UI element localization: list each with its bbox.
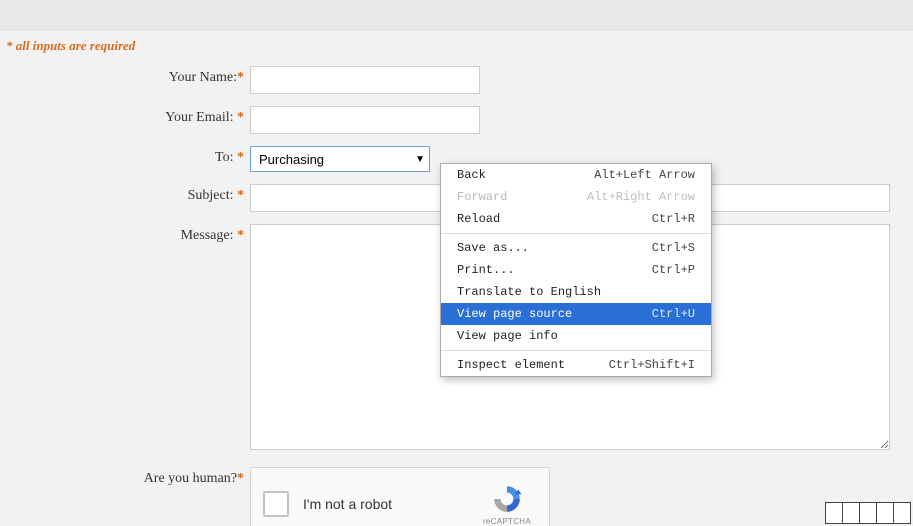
row-name: Your Name:* [0, 66, 913, 94]
context-menu-item-label: Inspect element [457, 358, 565, 372]
context-menu-item[interactable]: Print... Ctrl+P [441, 259, 711, 281]
asterisk-name: * [237, 70, 244, 85]
context-menu-item-accel: Ctrl+S [652, 241, 695, 255]
label-email-text: Your Email: [165, 110, 237, 125]
context-menu-item[interactable]: Translate to English [441, 281, 711, 303]
page-box[interactable] [842, 502, 860, 524]
context-menu-separator [441, 350, 711, 351]
context-menu-item-label: Save as... [457, 241, 529, 255]
context-menu-item[interactable]: Save as... Ctrl+S [441, 237, 711, 259]
top-bar [0, 0, 913, 30]
context-menu-item-label: View page source [457, 307, 572, 321]
context-menu-item: Forward Alt+Right Arrow [441, 186, 711, 208]
label-name: Your Name:* [0, 66, 250, 86]
asterisk-subject: * [237, 188, 244, 203]
context-menu-item-label: Forward [457, 190, 507, 204]
recaptcha-brand-text: reCAPTCHA [477, 517, 537, 526]
context-menu-item-label: View page info [457, 329, 558, 343]
context-menu-item-label: Translate to English [457, 285, 601, 299]
label-subject-text: Subject: [188, 188, 237, 203]
asterisk-message: * [237, 228, 244, 243]
label-email: Your Email: * [0, 106, 250, 126]
asterisk-email: * [237, 110, 244, 125]
context-menu-item[interactable]: Inspect element Ctrl+Shift+I [441, 354, 711, 376]
context-menu-item-accel: Alt+Right Arrow [587, 190, 695, 204]
context-menu-item-label: Print... [457, 263, 515, 277]
context-menu: Back Alt+Left Arrow Forward Alt+Right Arrow… [440, 163, 712, 377]
context-menu-item[interactable]: Reload Ctrl+R [441, 208, 711, 230]
context-menu-item-label: Back [457, 168, 486, 182]
label-message: Message: * [0, 224, 250, 244]
context-menu-item-accel: Ctrl+Shift+I [609, 358, 695, 372]
recaptcha-branding: reCAPTCHA [477, 483, 537, 526]
context-menu-item-accel: Ctrl+R [652, 212, 695, 226]
context-menu-item[interactable]: View page source Ctrl+U [441, 303, 711, 325]
email-input[interactable] [250, 106, 480, 134]
context-menu-item-accel: Ctrl+P [652, 263, 695, 277]
required-note: * all inputs are required [0, 30, 913, 66]
label-to-text: To: [215, 150, 237, 165]
asterisk-human: * [237, 471, 244, 486]
label-human-text: Are you human? [144, 471, 237, 486]
context-menu-item-label: Reload [457, 212, 500, 226]
label-message-text: Message: [181, 228, 237, 243]
row-email: Your Email: * [0, 106, 913, 134]
label-to: To: * [0, 146, 250, 166]
label-subject: Subject: * [0, 184, 250, 204]
chevron-down-icon: ▼ [415, 154, 425, 165]
recaptcha-logo-icon [491, 483, 523, 515]
asterisk-to: * [237, 150, 244, 165]
recaptcha-checkbox[interactable] [263, 491, 289, 517]
label-name-text: Your Name: [169, 70, 237, 85]
context-menu-item-accel: Alt+Left Arrow [594, 168, 695, 182]
name-input[interactable] [250, 66, 480, 94]
page-box[interactable] [859, 502, 877, 524]
context-menu-item[interactable]: View page info [441, 325, 711, 347]
to-select-value: Purchasing [259, 152, 415, 167]
bottom-boxes [826, 502, 911, 524]
to-select[interactable]: Purchasing ▼ [250, 146, 430, 172]
label-human: Are you human?* [0, 467, 250, 487]
row-human: Are you human?* I'm not a robot reCAPTCH… [0, 467, 913, 526]
context-menu-item-accel: Ctrl+U [652, 307, 695, 321]
recaptcha-label: I'm not a robot [303, 496, 477, 512]
page-box[interactable] [893, 502, 911, 524]
recaptcha-widget: I'm not a robot reCAPTCHA [250, 467, 550, 526]
page-box[interactable] [876, 502, 894, 524]
page-box[interactable] [825, 502, 843, 524]
context-menu-separator [441, 233, 711, 234]
context-menu-item[interactable]: Back Alt+Left Arrow [441, 164, 711, 186]
